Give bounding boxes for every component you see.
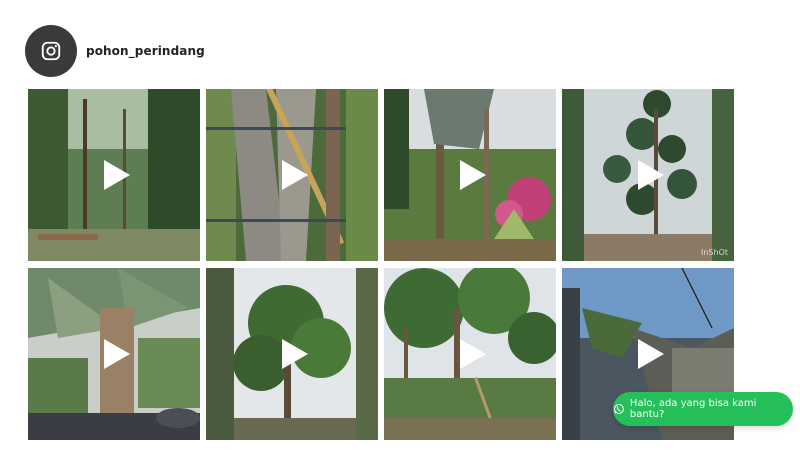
profile-header: pohon_perindang — [25, 25, 205, 77]
post-tile-3[interactable] — [384, 89, 556, 261]
post-tile-7[interactable] — [384, 268, 556, 440]
post-tile-5[interactable] — [28, 268, 200, 440]
play-icon — [282, 339, 308, 369]
post-tile-6[interactable] — [206, 268, 378, 440]
post-tile-4[interactable]: InShOt — [562, 89, 734, 261]
play-icon — [282, 160, 308, 190]
play-icon — [638, 339, 664, 369]
post-tile-2[interactable] — [206, 89, 378, 261]
instagram-icon — [41, 41, 61, 61]
play-icon — [104, 160, 130, 190]
play-icon — [638, 160, 664, 190]
post-grid: InShOt — [28, 89, 734, 440]
video-watermark: InShOt — [700, 248, 728, 257]
chat-button-label: Halo, ada yang bisa kami bantu? — [629, 398, 757, 420]
profile-avatar[interactable] — [25, 25, 77, 77]
play-icon — [460, 160, 486, 190]
play-icon — [104, 339, 130, 369]
play-icon — [460, 339, 486, 369]
whatsapp-chat-button[interactable]: Halo, ada yang bisa kami bantu? — [613, 392, 793, 426]
profile-username[interactable]: pohon_perindang — [86, 44, 205, 58]
whatsapp-icon — [613, 404, 624, 414]
post-tile-1[interactable] — [28, 89, 200, 261]
